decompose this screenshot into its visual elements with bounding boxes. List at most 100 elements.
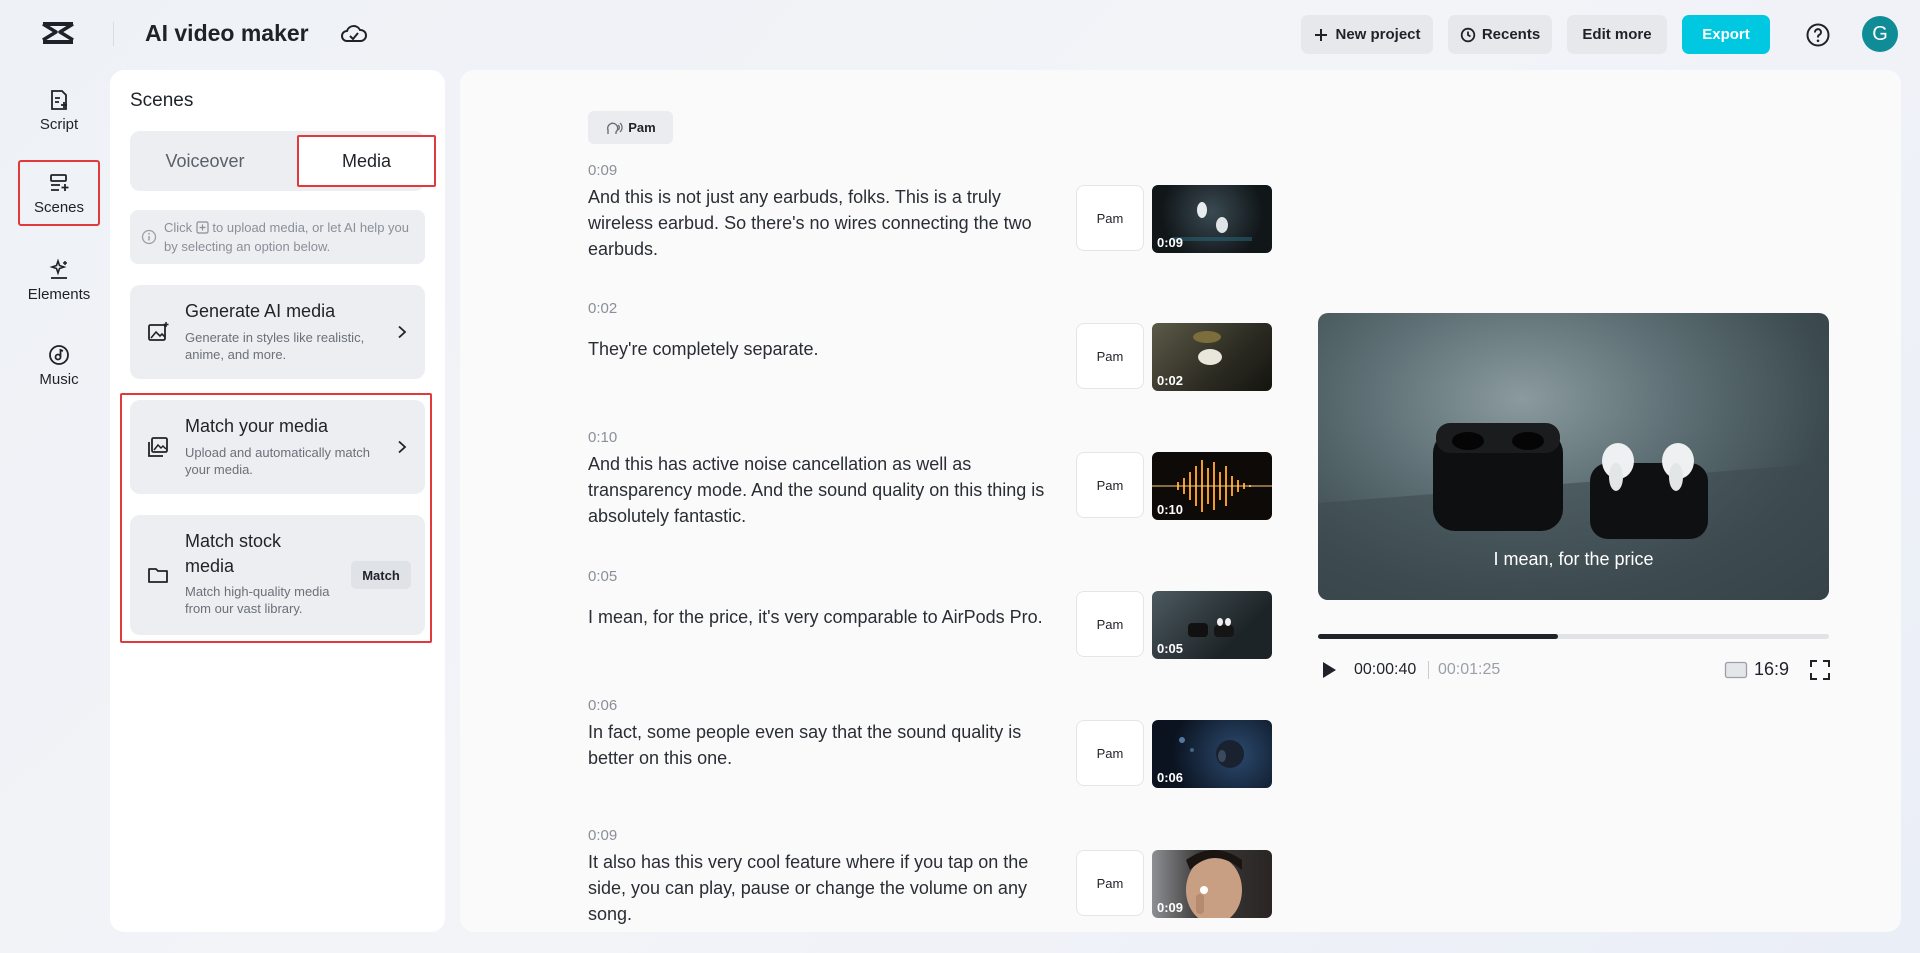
scene-row[interactable]: 0:10 And this has active noise cancellat… [588,429,1288,446]
scene-text[interactable]: And this is not just any earbuds, folks.… [588,184,1058,262]
chevron-right-icon [395,325,409,339]
video-preview[interactable]: I mean, for the price [1318,313,1829,600]
voice-head-icon [605,120,623,136]
scene-time: 0:09 [588,162,1288,179]
thumbnail-duration: 0:10 [1157,502,1183,517]
speaker-tag[interactable]: Pam [588,111,673,144]
scene-voice-button[interactable]: Pam [1076,850,1144,916]
rail-label-elements: Elements [28,286,91,303]
tab-media[interactable]: Media [297,135,436,187]
thumbnail-duration: 0:09 [1157,900,1183,915]
recents-label: Recents [1482,26,1540,43]
scene-text[interactable]: I mean, for the price, it's very compara… [588,604,1058,630]
card-description: Match high-quality media from our vast l… [185,583,345,617]
scene-voice-button[interactable]: Pam [1076,720,1144,786]
rail-label-script: Script [40,116,78,133]
scene-thumbnail[interactable]: 0:05 [1152,591,1272,659]
script-scenes-area: Pam 0:09 And this is not just any earbud… [460,70,1901,932]
aspect-ratio-label[interactable]: 16:9 [1754,659,1789,680]
scene-thumbnail[interactable]: 0:02 [1152,323,1272,391]
edit-more-button[interactable]: Edit more [1567,15,1667,54]
plus-icon [1313,27,1329,43]
music-icon [47,343,71,367]
scene-time: 0:05 [588,568,1288,585]
video-caption: I mean, for the price [1318,549,1829,570]
scene-row[interactable]: 0:09 And this is not just any earbuds, f… [588,162,1288,179]
scene-thumbnail[interactable]: 0:10 [1152,452,1272,520]
upload-hint: Click to upload media, or let AI help yo… [130,210,425,264]
info-icon [141,229,157,245]
thumbnail-duration: 0:06 [1157,770,1183,785]
scene-text[interactable]: It also has this very cool feature where… [588,849,1058,927]
export-button[interactable]: Export [1682,15,1770,54]
thumbnail-duration: 0:09 [1157,235,1183,250]
upload-box-icon [196,221,209,234]
new-project-label: New project [1335,26,1420,43]
fullscreen-icon[interactable] [1809,659,1831,681]
rail-item-elements[interactable]: Elements [18,246,100,314]
card-title: Match your media [185,414,328,439]
image-sparkle-icon [146,320,170,344]
avatar[interactable]: G [1862,16,1898,52]
tab-voiceover[interactable]: Voiceover [130,131,280,191]
thumbnail-duration: 0:02 [1157,373,1183,388]
hint-text-before: Click [164,220,192,235]
speaker-name: Pam [628,120,655,135]
card-description: Generate in styles like realistic, anime… [185,329,375,363]
rail-item-script[interactable]: Script [18,76,100,144]
script-icon [47,88,71,112]
scene-thumbnail[interactable]: 0:09 [1152,850,1272,918]
scene-text[interactable]: They're completely separate. [588,336,1058,362]
card-title: Generate AI media [185,299,335,324]
scene-thumbnail[interactable]: 0:06 [1152,720,1272,788]
capcut-logo-icon[interactable] [40,18,76,50]
folder-icon [146,563,170,587]
cloud-sync-icon[interactable] [340,22,368,46]
card-description: Upload and automatically match your medi… [185,444,375,478]
match-your-media-card[interactable]: Match your media Upload and automaticall… [130,400,425,494]
play-icon[interactable] [1320,660,1338,680]
panel-title: Scenes [130,90,193,112]
scene-text[interactable]: And this has active noise cancellation a… [588,451,1058,529]
recents-button[interactable]: Recents [1448,15,1552,54]
top-bar: AI video maker New project Recents Edit … [0,0,1920,68]
scene-voice-button[interactable]: Pam [1076,591,1144,657]
scenes-icon [47,171,71,195]
rail-item-scenes[interactable]: Scenes [18,160,100,226]
card-title: Match stock media [185,529,305,579]
playback-progress-fill [1318,634,1558,639]
scene-time: 0:10 [588,429,1288,446]
scene-voice-button[interactable]: Pam [1076,185,1144,251]
match-stock-media-card[interactable]: Match stock media Match high-quality med… [130,515,425,635]
new-project-button[interactable]: New project [1301,15,1433,54]
scene-time: 0:09 [588,827,1288,844]
gallery-icon [146,435,170,459]
generate-ai-media-card[interactable]: Generate AI media Generate in styles lik… [130,285,425,379]
scene-time: 0:06 [588,697,1288,714]
scene-row[interactable]: 0:05 I mean, for the price, it's very co… [588,568,1288,585]
scene-text[interactable]: In fact, some people even say that the s… [588,719,1058,771]
current-time: 00:00:40 [1354,661,1416,679]
chevron-right-icon [395,440,409,454]
scene-voice-button[interactable]: Pam [1076,323,1144,389]
scene-time: 0:02 [588,300,1288,317]
match-button[interactable]: Match [351,561,411,589]
playback-progress-bar[interactable] [1318,634,1829,639]
title-divider [113,22,114,46]
aspect-ratio-icon[interactable] [1724,661,1748,679]
scene-voice-button[interactable]: Pam [1076,452,1144,518]
rail-label-scenes: Scenes [34,199,84,216]
scene-row[interactable]: 0:06 In fact, some people even say that … [588,697,1288,714]
scenes-panel: Scenes Voiceover Media Click to upload m… [110,70,445,932]
help-icon[interactable] [1805,22,1831,48]
clock-icon [1460,27,1476,43]
rail-label-music: Music [39,371,78,388]
rail-item-music[interactable]: Music [18,331,100,399]
total-time: 00:01:25 [1438,661,1500,679]
scene-row[interactable]: 0:09 It also has this very cool feature … [588,827,1288,844]
thumbnail-duration: 0:05 [1157,641,1183,656]
time-separator [1428,661,1429,679]
scene-thumbnail[interactable]: 0:09 [1152,185,1272,253]
scene-row[interactable]: 0:02 They're completely separate. Pam 0:… [588,300,1288,317]
elements-icon [47,258,71,282]
